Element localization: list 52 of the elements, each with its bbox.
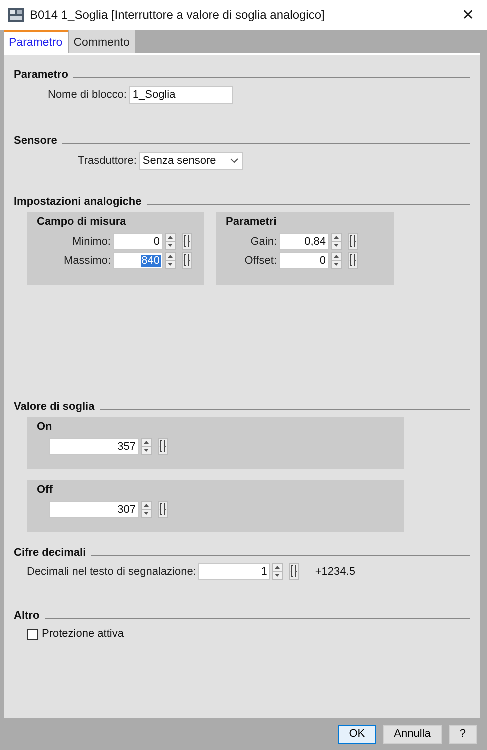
brace-icon[interactable] xyxy=(182,252,192,269)
preview-text: +1234.5 xyxy=(315,566,356,578)
chevron-icon xyxy=(230,158,239,164)
name-field[interactable]: 1_Soglia xyxy=(128,86,233,104)
number-field[interactable]: 0 xyxy=(113,233,163,250)
number-field[interactable]: 840 xyxy=(113,252,163,269)
number-field[interactable]: 0 xyxy=(279,252,329,269)
number-field[interactable]: 307 xyxy=(49,501,139,518)
section-title: Impostazioni analogiche xyxy=(14,196,142,208)
number-field[interactable]: 1 xyxy=(198,563,270,580)
brace-icon[interactable] xyxy=(289,563,300,580)
app-icon xyxy=(8,8,24,22)
dialog-button[interactable]: OK xyxy=(338,724,376,744)
checkbox-label: Protezione attiva xyxy=(42,628,124,640)
tab[interactable]: Commento xyxy=(68,30,135,53)
spinner-icon[interactable] xyxy=(165,233,176,250)
section-title: Parametro xyxy=(14,69,68,81)
brace-icon[interactable] xyxy=(182,233,192,250)
field-label: Nome di blocco: xyxy=(48,89,127,101)
spinner-icon[interactable] xyxy=(272,563,284,580)
number-field[interactable]: 0,84 xyxy=(279,233,329,250)
window-title: B014 1_Soglia [Interruttore a valore di soglia analogico] xyxy=(30,8,326,22)
section-title: Cifre decimali xyxy=(14,547,86,559)
group-title: On xyxy=(37,421,54,433)
spinner-icon[interactable] xyxy=(331,233,342,250)
spinner-icon[interactable] xyxy=(165,252,176,269)
brace-icon[interactable] xyxy=(158,438,168,455)
spinner-icon[interactable] xyxy=(331,252,342,269)
brace-icon[interactable] xyxy=(348,252,358,269)
dialog-button[interactable]: Annulla xyxy=(383,724,442,744)
spinner-icon[interactable] xyxy=(141,438,152,455)
brace-icon[interactable] xyxy=(348,233,358,250)
group-title: Off xyxy=(37,484,54,496)
group-title: Campo di misura xyxy=(37,216,128,228)
group-title: Parametri xyxy=(226,216,278,228)
field-label: Minimo: xyxy=(71,236,111,248)
number-field[interactable]: 357 xyxy=(49,438,139,455)
close-button[interactable]: ✕ xyxy=(458,6,479,24)
dialog-button[interactable]: ? xyxy=(448,724,477,744)
field-label: Trasduttore: xyxy=(78,155,137,167)
field-label: Decimali nel testo di segnalazione: xyxy=(27,566,196,578)
section-title: Sensore xyxy=(14,135,58,147)
spinner-icon[interactable] xyxy=(141,501,152,518)
checkbox[interactable] xyxy=(27,628,38,640)
section-title: Valore di soglia xyxy=(14,401,95,413)
tab[interactable]: Parametro xyxy=(4,30,68,53)
brace-icon[interactable] xyxy=(158,501,168,518)
field-label: Offset: xyxy=(244,254,277,266)
sensor-dropdown[interactable]: Senza sensore xyxy=(138,152,243,170)
field-label: Massimo: xyxy=(62,254,111,266)
field-label: Gain: xyxy=(250,236,277,248)
section-title: Altro xyxy=(14,610,40,622)
